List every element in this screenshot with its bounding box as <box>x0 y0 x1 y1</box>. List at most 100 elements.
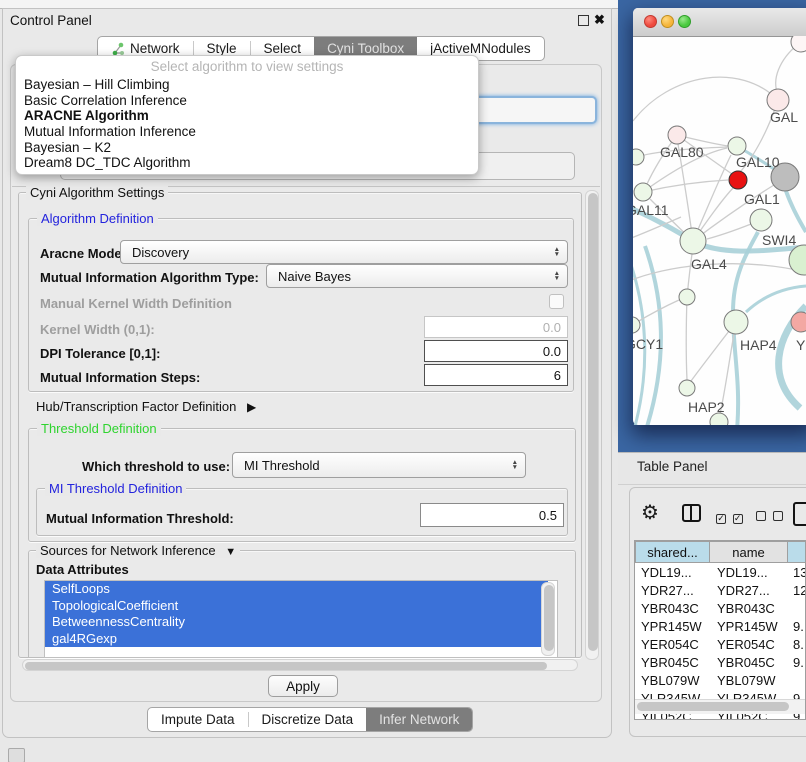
tab-label: Impute Data <box>161 712 235 727</box>
which-threshold-select[interactable]: MI Threshold ▲▼ <box>232 452 526 478</box>
algorithm-option[interactable]: Bayesian – Hill Climbing <box>16 77 478 93</box>
column-header-partial[interactable] <box>787 541 806 563</box>
cyni-mode-tabbar: Impute Data Discretize Data Infer Network <box>147 707 473 732</box>
node-label: GAL4 <box>691 256 727 272</box>
which-threshold-value: MI Threshold <box>244 458 320 473</box>
tab-infer-network[interactable]: Infer Network <box>366 708 472 731</box>
network-node[interactable] <box>679 289 695 305</box>
dropdown-placeholder: Select algorithm to view settings <box>16 56 478 77</box>
tab-label: Discretize Data <box>262 712 354 727</box>
apply-button[interactable]: Apply <box>268 675 338 697</box>
network-edge[interactable] <box>686 297 687 380</box>
table-cell: YDL19... <box>717 565 787 580</box>
table-cell: 13 <box>793 565 806 580</box>
collapsed-panel-icon[interactable] <box>8 748 25 762</box>
column-header-shared[interactable]: shared... <box>635 541 710 563</box>
network-canvas[interactable]: GALGAL80GAL10GAL11GAL1SWI4GAL4GCY1HAP4YH… <box>633 36 806 425</box>
algorithm-dropdown-list: Select algorithm to view settings Bayesi… <box>15 55 479 175</box>
spinner-arrows-icon: ▲▼ <box>554 271 560 282</box>
manual-kernel-width-checkbox[interactable] <box>549 294 564 309</box>
zoom-window-icon[interactable] <box>678 15 691 28</box>
network-node[interactable] <box>791 36 806 52</box>
sources-title-text: Sources for Network Inference <box>40 543 216 558</box>
attributes-vscrollbar[interactable] <box>541 582 555 656</box>
network-node-gal10[interactable] <box>728 137 746 155</box>
network-node-y[interactable] <box>791 312 806 332</box>
network-node[interactable] <box>633 149 644 165</box>
network-node-gal4[interactable] <box>680 228 706 254</box>
network-icon <box>111 42 125 56</box>
gear-icon[interactable]: ⚙ <box>641 500 659 525</box>
tab-impute-data[interactable]: Impute Data <box>148 708 248 731</box>
network-node-gal1[interactable] <box>729 171 747 189</box>
network-edge[interactable] <box>786 191 806 232</box>
float-panel-icon[interactable] <box>578 15 589 26</box>
table-hscrollbar[interactable] <box>635 699 806 714</box>
network-node-gal80[interactable] <box>668 126 686 144</box>
algorithm-option[interactable]: Mutual Information Inference <box>16 124 478 140</box>
data-attribute-item[interactable]: TopologicalCoefficient <box>45 598 548 615</box>
algorithm-option[interactable]: Basic Correlation Inference <box>16 93 478 109</box>
deselect-all-checks-icon[interactable] <box>756 509 783 524</box>
network-node-gcy1[interactable] <box>633 317 640 333</box>
select-all-checks-icon[interactable]: ✓ ✓ <box>716 509 743 524</box>
data-attribute-item[interactable]: gal4RGexp <box>45 631 548 648</box>
table-cell: YDR27... <box>641 583 707 598</box>
network-node-hap2[interactable] <box>679 380 695 396</box>
kernel-width-label: Kernel Width (0,1): <box>40 322 155 337</box>
close-window-icon[interactable] <box>644 15 657 28</box>
node-label: HAP4 <box>740 337 777 353</box>
sources-group-title[interactable]: Sources for Network Inference ▼ <box>36 543 240 558</box>
table-cell: 9. <box>793 655 806 670</box>
columns-icon[interactable] <box>682 504 701 522</box>
manual-kernel-width-label: Manual Kernel Width Definition <box>40 296 232 311</box>
attributes-vscrollbar-thumb[interactable] <box>544 585 554 651</box>
table-cell: YDR27... <box>717 583 787 598</box>
settings-hscrollbar-thumb[interactable] <box>25 662 547 670</box>
network-window-titlebar[interactable] <box>633 8 806 37</box>
close-panel-icon[interactable]: ✖ <box>594 12 605 28</box>
algorithm-option[interactable]: Bayesian – K2 <box>16 140 478 156</box>
kernel-width-field[interactable]: 0.0 <box>424 316 568 338</box>
tab-label: Select <box>264 41 302 56</box>
algorithm-option[interactable]: ARACNE Algorithm <box>16 108 478 124</box>
algorithm-definition-title: Algorithm Definition <box>37 211 158 226</box>
network-node-hap4[interactable] <box>724 310 748 334</box>
network-node-gal11[interactable] <box>634 183 652 201</box>
table-rows: YDL19...YDL19...13YDR27...YDR27...12YBR0… <box>635 563 805 699</box>
table-cell: 8. <box>793 637 806 652</box>
data-attributes-list[interactable]: SelfLoopsTopologicalCoefficientBetweenne… <box>44 580 558 658</box>
dpi-tolerance-field[interactable]: 0.0 <box>424 340 568 362</box>
network-edge[interactable] <box>633 77 778 121</box>
settings-hscrollbar[interactable] <box>22 659 578 671</box>
threshold-definition-title: Threshold Definition <box>37 421 161 436</box>
column-header-name[interactable]: name <box>709 541 788 563</box>
settings-vscrollbar-thumb[interactable] <box>588 193 598 651</box>
data-attribute-item[interactable]: BetweennessCentrality <box>45 614 548 631</box>
mi-algorithm-type-select[interactable]: Naive Bayes ▲▼ <box>266 264 568 288</box>
aracne-mode-select[interactable]: Discovery ▲▼ <box>120 240 568 264</box>
algorithm-option[interactable]: Dream8 DC_TDC Algorithm <box>16 155 478 171</box>
network-node-gal[interactable] <box>767 89 789 111</box>
mi-threshold-field[interactable]: 0.5 <box>420 503 564 527</box>
node-label: GAL10 <box>736 154 780 170</box>
node-label: Y <box>796 337 806 353</box>
tab-discretize-data[interactable]: Discretize Data <box>249 708 367 731</box>
table-hscrollbar-thumb[interactable] <box>637 702 789 711</box>
hub-definition-toggle[interactable]: Hub/Transcription Factor Definition ▶ <box>36 399 256 414</box>
network-edge[interactable] <box>746 286 806 312</box>
mi-steps-field[interactable]: 6 <box>424 364 568 386</box>
document-icon[interactable] <box>793 502 806 526</box>
aracne-mode-value: Discovery <box>132 245 189 260</box>
minimize-window-icon[interactable] <box>661 15 674 28</box>
settings-vscrollbar[interactable] <box>585 190 599 660</box>
attribute-table[interactable]: shared... name YDL19...YDL19...13YDR27..… <box>634 540 806 720</box>
mi-algorithm-type-value: Naive Bayes <box>278 269 351 284</box>
data-attribute-item[interactable]: SelfLoops <box>45 581 548 598</box>
network-node-swi4[interactable] <box>750 209 772 231</box>
control-panel-title: Control Panel <box>10 13 92 28</box>
node-label: HAP2 <box>688 399 725 415</box>
table-cell: YBR043C <box>641 601 707 616</box>
table-cell: YBL079W <box>717 673 787 688</box>
table-cell: YER054C <box>717 637 787 652</box>
